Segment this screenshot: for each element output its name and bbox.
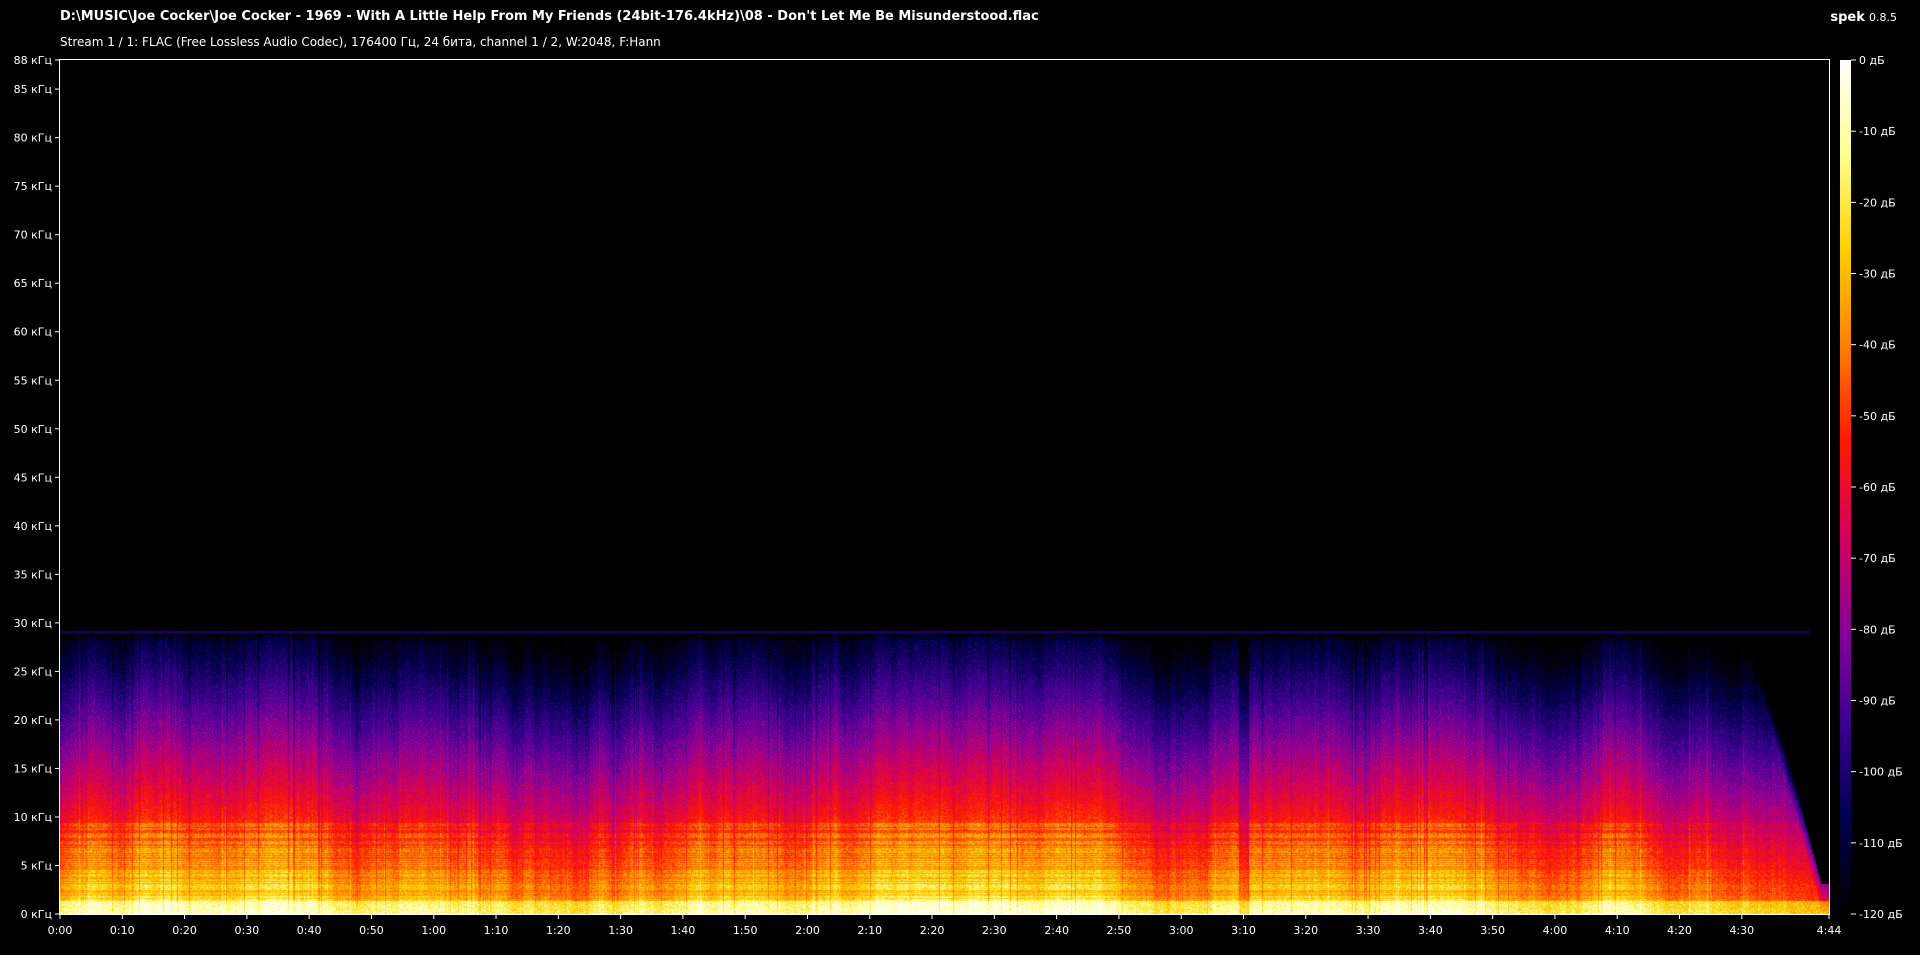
freq-tick-label: 55 кГц — [14, 374, 52, 387]
time-tick-label: 3:30 — [1356, 924, 1381, 937]
db-scale-axis: 0 дБ -10 дБ -20 дБ -30 дБ -40 дБ -50 дБ -60 дБ… — [1851, 54, 1903, 921]
app-brand: spek 0.8.5 — [1830, 10, 1897, 25]
db-tick-label: -50 дБ — [1859, 410, 1896, 423]
freq-tick-label: 40 кГц — [14, 520, 52, 533]
time-tick-label: 2:20 — [920, 924, 945, 937]
time-tick-label: 1:20 — [546, 924, 571, 937]
freq-tick-label: 5 кГц — [21, 859, 52, 872]
db-tick-label: -10 дБ — [1859, 125, 1896, 138]
time-tick-label: 0:20 — [172, 924, 197, 937]
freq-tick-label: 15 кГц — [14, 762, 52, 775]
app-version: 0.8.5 — [1869, 11, 1897, 24]
time-tick-label: 3:10 — [1231, 924, 1256, 937]
db-tick-label: -100 дБ — [1859, 766, 1903, 779]
time-tick-label: 4:44 — [1817, 924, 1842, 937]
time-tick-label: 2:40 — [1044, 924, 1069, 937]
time-tick-label: 1:30 — [608, 924, 633, 937]
freq-tick-label: 88 кГц — [14, 54, 52, 67]
db-tick-label: -40 дБ — [1859, 339, 1896, 352]
freq-tick-label: 45 кГц — [14, 471, 52, 484]
freq-tick-label: 85 кГц — [14, 83, 52, 96]
time-tick-label: 2:10 — [857, 924, 882, 937]
freq-tick-label: 25 кГц — [14, 665, 52, 678]
db-tick-label: -90 дБ — [1859, 695, 1896, 708]
time-tick-label: 2:50 — [1107, 924, 1132, 937]
time-tick-label: 1:10 — [484, 924, 509, 937]
spek-window: D:\MUSIC\Joe Cocker\Joe Cocker - 1969 - … — [0, 0, 1920, 955]
time-tick-label: 0:30 — [235, 924, 260, 937]
db-tick-label: -30 дБ — [1859, 268, 1896, 281]
file-path-title: D:\MUSIC\Joe Cocker\Joe Cocker - 1969 - … — [60, 9, 1039, 24]
freq-tick-label: 80 кГц — [14, 132, 52, 145]
time-tick-label: 0:00 — [48, 924, 73, 937]
freq-tick-label: 30 кГц — [14, 617, 52, 630]
app-name: spek — [1830, 10, 1865, 25]
freq-tick-label: 70 кГц — [14, 229, 52, 242]
freq-tick-label: 65 кГц — [14, 277, 52, 290]
time-tick-label: 0:40 — [297, 924, 322, 937]
time-tick-label: 3:00 — [1169, 924, 1194, 937]
freq-tick-label: 50 кГц — [14, 423, 52, 436]
time-tick-label: 1:50 — [733, 924, 758, 937]
time-tick-label: 2:00 — [795, 924, 820, 937]
db-tick-label: -110 дБ — [1859, 837, 1903, 850]
spectrogram-plot[interactable] — [59, 59, 1830, 915]
freq-tick-label: 35 кГц — [14, 568, 52, 581]
freq-tick-label: 20 кГц — [14, 714, 52, 727]
time-tick-label: 4:20 — [1667, 924, 1692, 937]
time-tick-label: 4:30 — [1729, 924, 1754, 937]
time-tick-label: 2:30 — [982, 924, 1007, 937]
time-axis: 0:00 0:10 0:20 0:30 0:40 0:50 1:00 1:10 1:20 1:30… — [48, 914, 1842, 937]
time-tick-label: 0:50 — [359, 924, 384, 937]
time-tick-label: 1:40 — [671, 924, 696, 937]
time-tick-label: 0:10 — [110, 924, 135, 937]
time-tick-label: 3:20 — [1293, 924, 1318, 937]
db-tick-label: -20 дБ — [1859, 196, 1896, 209]
db-color-scale — [1840, 60, 1851, 914]
time-tick-label: 4:00 — [1543, 924, 1568, 937]
freq-tick-label: 75 кГц — [14, 180, 52, 193]
db-tick-label: -60 дБ — [1859, 481, 1896, 494]
spectrogram-canvas — [60, 60, 1829, 914]
stream-info: Stream 1 / 1: FLAC (Free Lossless Audio … — [60, 35, 661, 49]
db-tick-label: -120 дБ — [1859, 908, 1903, 921]
freq-tick-label: 10 кГц — [14, 811, 52, 824]
time-tick-label: 3:40 — [1418, 924, 1443, 937]
freq-tick-label: 0 кГц — [21, 908, 52, 921]
db-tick-label: -80 дБ — [1859, 623, 1896, 636]
db-tick-label: 0 дБ — [1859, 54, 1885, 67]
time-tick-label: 3:50 — [1480, 924, 1505, 937]
frequency-axis: 0 кГц 5 кГц 10 кГц 15 кГц 20 кГц 25 кГц 30 кГц… — [14, 54, 60, 921]
time-tick-label: 1:00 — [421, 924, 446, 937]
freq-tick-label: 60 кГц — [14, 326, 52, 339]
time-tick-label: 4:10 — [1605, 924, 1630, 937]
db-tick-label: -70 дБ — [1859, 552, 1896, 565]
